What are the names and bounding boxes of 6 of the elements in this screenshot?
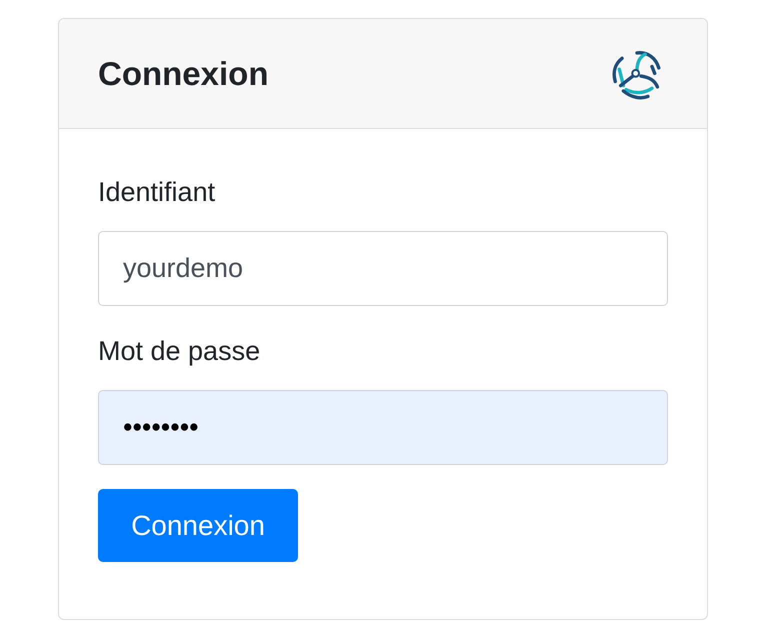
- login-button[interactable]: Connexion: [98, 489, 298, 562]
- input-field[interactable]: ••••••••: [98, 390, 668, 465]
- input-field[interactable]: yourdemo: [98, 231, 668, 306]
- field-label: Mot de passe: [98, 335, 262, 368]
- field-label: Identifiant: [98, 176, 216, 209]
- card-title: Connexion: [98, 54, 268, 94]
